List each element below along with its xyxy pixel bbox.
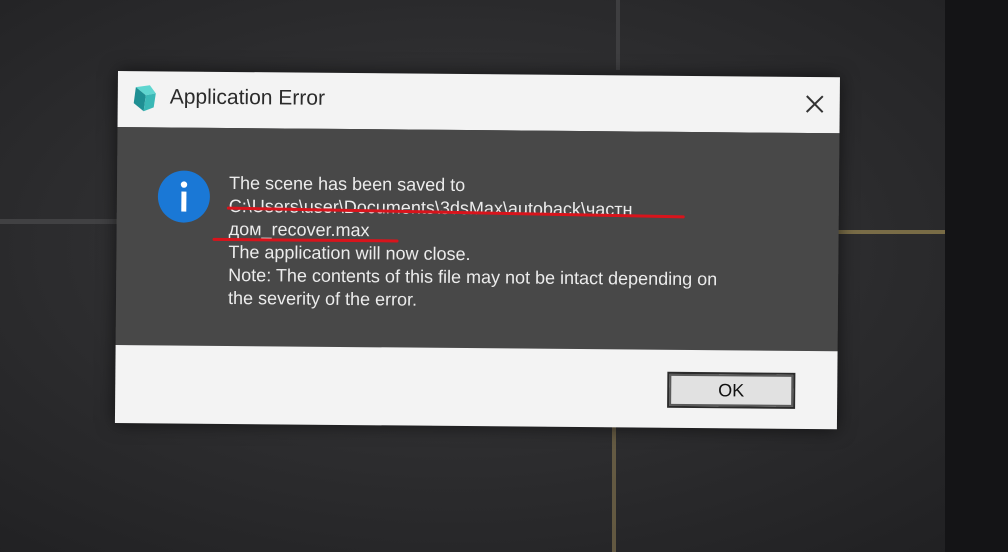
- dialog-title: Application Error: [169, 85, 326, 110]
- viewport-grid-line: [616, 0, 620, 70]
- screen-bezel: [945, 0, 1008, 552]
- viewport-grid-line: [0, 219, 120, 224]
- ok-button[interactable]: OK: [667, 371, 796, 409]
- monitor-backdrop: Application Error The scene has been sav…: [0, 0, 1008, 552]
- dialog-titlebar[interactable]: Application Error: [117, 71, 840, 134]
- dialog-footer: OK: [114, 344, 838, 430]
- viewport-grid-line: [612, 420, 616, 552]
- 3dsmax-icon: [132, 83, 160, 113]
- path-text: дом_recover.max: [228, 218, 370, 241]
- viewport-grid-line: [836, 230, 946, 234]
- info-icon: [157, 169, 211, 223]
- saved-file-path-continued: дом_recover.max: [212, 218, 718, 245]
- application-error-dialog: Application Error The scene has been sav…: [114, 71, 840, 430]
- dialog-content: The scene has been saved to C:\Users\use…: [115, 126, 840, 352]
- message-line: the severity of the error.: [227, 287, 418, 310]
- error-message: The scene has been saved to C:\Users\use…: [212, 172, 718, 314]
- close-icon[interactable]: [800, 89, 830, 119]
